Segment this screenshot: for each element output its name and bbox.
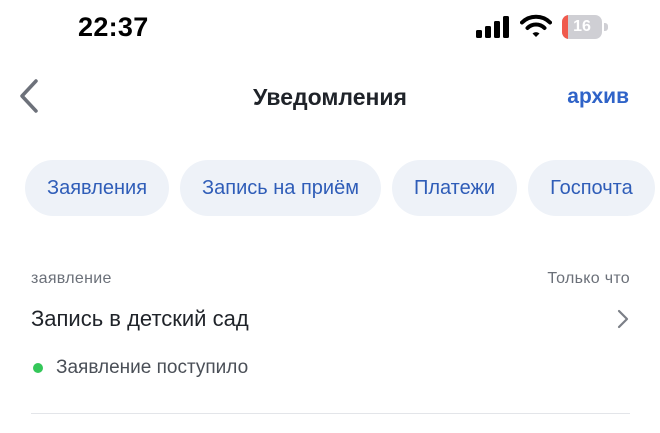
chevron-right-icon xyxy=(617,309,629,329)
battery-cap xyxy=(604,23,608,31)
battery-icon: 16 xyxy=(562,15,610,39)
signal-icon xyxy=(476,16,509,38)
navigation-bar: Уведомления архив xyxy=(0,70,660,124)
filter-chip-payments[interactable]: Платежи xyxy=(391,160,518,216)
notification-category: заявление xyxy=(31,270,112,287)
filter-chip-list: Заявления Запись на приём Платежи Госпочта xyxy=(25,160,660,216)
archive-link[interactable]: архив xyxy=(567,85,629,109)
page-title: Уведомления xyxy=(253,84,407,110)
battery-level: 16 xyxy=(573,18,591,35)
status-time: 22:37 xyxy=(78,12,149,42)
filter-chip-gosmail[interactable]: Госпочта xyxy=(528,160,655,216)
filter-chip-applications[interactable]: Заявления xyxy=(25,160,170,216)
notification-item[interactable]: заявление Только что Запись в детский са… xyxy=(31,262,630,414)
wifi-icon xyxy=(520,14,552,37)
divider xyxy=(31,413,630,414)
notification-status: Заявление поступило xyxy=(56,357,249,378)
notification-title: Запись в детский сад xyxy=(31,306,249,331)
filter-chip-appointments[interactable]: Запись на приём xyxy=(180,160,381,216)
battery-body: 16 xyxy=(562,15,602,39)
status-dot-icon xyxy=(33,363,43,373)
filter-chips[interactable]: Заявления Запись на приём Платежи Госпочта xyxy=(0,160,660,216)
notification-time: Только что xyxy=(547,270,630,287)
status-bar: 22:37 16 xyxy=(0,0,660,56)
